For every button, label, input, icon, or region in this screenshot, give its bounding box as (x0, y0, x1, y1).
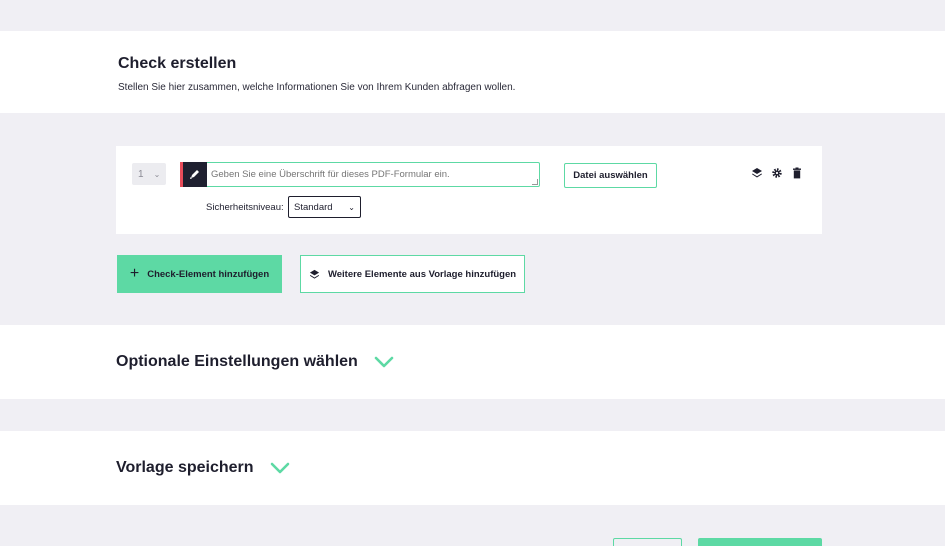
choose-file-button[interactable]: Datei auswählen (564, 163, 657, 188)
title-input-container (179, 161, 540, 187)
element-number-select[interactable]: 1 ⌄ (132, 163, 166, 185)
add-from-template-label: Weitere Elemente aus Vorlage hinzufügen (327, 268, 517, 280)
security-level-label: Sicherheitsniveau: (206, 202, 284, 213)
security-level-value: Standard (294, 201, 333, 213)
security-level-select[interactable]: Standard ⌄ (288, 196, 361, 218)
check-element-card: 1 ⌄ Datei auswählen Sicherheitsniveau: S… (116, 146, 822, 234)
gear-icon[interactable] (770, 166, 783, 180)
add-check-element-button[interactable]: + Check-Element hinzufügen (117, 255, 282, 293)
save-template-label: Vorlage speichern (116, 459, 254, 476)
optional-settings-label: Optionale Einstellungen wählen (116, 353, 358, 370)
primary-action-button[interactable] (698, 538, 822, 546)
layers-icon[interactable] (750, 166, 763, 180)
plus-icon: + (129, 265, 140, 282)
chevron-down-icon: ⌄ (153, 169, 161, 179)
element-number-value: 1 (138, 168, 144, 180)
layers-icon (309, 269, 320, 279)
chevron-down-icon: ⌄ (348, 202, 355, 212)
secondary-action-button[interactable] (613, 538, 682, 546)
pen-icon (179, 161, 207, 187)
save-template-toggle[interactable]: Vorlage speichern (116, 459, 290, 477)
optional-settings-toggle[interactable]: Optionale Einstellungen wählen (116, 353, 394, 371)
trash-icon[interactable] (790, 166, 803, 180)
resize-handle[interactable] (532, 179, 538, 185)
page-title: Check erstellen (118, 55, 237, 72)
add-check-element-label: Check-Element hinzufügen (147, 268, 270, 280)
page-subtitle: Stellen Sie hier zusammen, welche Inform… (118, 82, 516, 93)
chevron-down-icon (374, 356, 394, 368)
add-from-template-button[interactable]: Weitere Elemente aus Vorlage hinzufügen (300, 255, 525, 293)
title-input[interactable] (211, 163, 531, 185)
chevron-down-icon (270, 462, 289, 474)
